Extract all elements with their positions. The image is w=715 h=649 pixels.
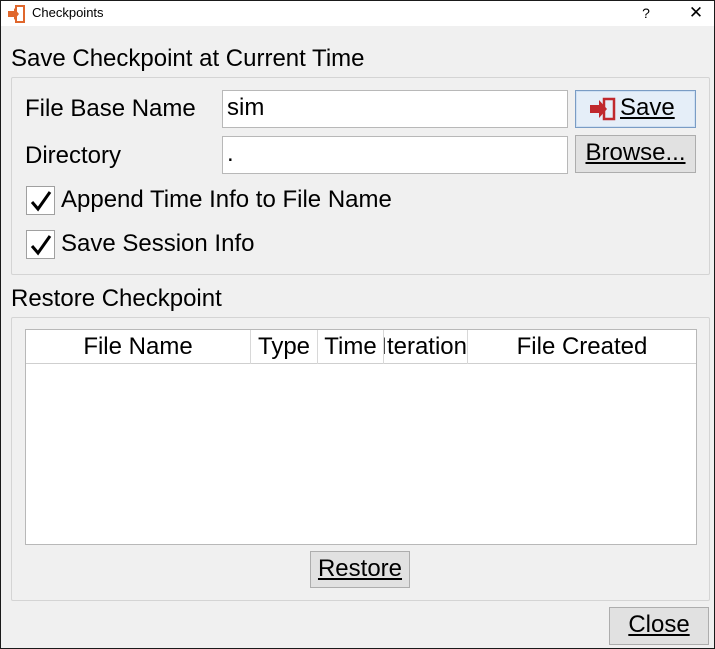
checkmark-icon [30,191,52,212]
save-group: File Base Name sim Save Directory . Brow… [11,77,710,275]
checkmark-icon [30,235,52,256]
column-header-file-name[interactable]: File Name [26,330,251,364]
help-button[interactable]: ? [635,3,657,23]
restore-section-title: Restore Checkpoint [11,285,222,312]
table-header: File Name Type Time Iteration File Creat… [26,330,696,364]
file-base-name-label: File Base Name [25,95,196,122]
column-header-iteration[interactable]: Iteration [384,330,468,364]
column-header-file-created[interactable]: File Created [468,330,696,364]
close-window-icon[interactable]: ✕ [685,3,707,23]
append-time-label: Append Time Info to File Name [61,186,392,213]
save-arrow-icon [590,97,616,121]
checkpoints-dialog: Checkpoints ? ✕ Save Checkpoint at Curre… [0,0,715,649]
app-icon [8,5,25,23]
restore-button[interactable]: Restore [310,551,410,588]
browse-button-label: Browse... [585,139,686,166]
restore-group: File Name Type Time Iteration File Creat… [11,317,710,601]
close-button[interactable]: Close [609,607,709,645]
save-session-checkbox[interactable] [26,230,55,259]
save-section-title: Save Checkpoint at Current Time [11,45,365,72]
close-button-label: Close [628,611,690,638]
column-header-type[interactable]: Type [251,330,318,364]
checkpoint-table[interactable]: File Name Type Time Iteration File Creat… [25,329,697,545]
title-bar: Checkpoints ? ✕ [1,1,714,26]
save-button[interactable]: Save [575,90,696,128]
directory-input[interactable]: . [222,136,568,174]
restore-button-label: Restore [317,555,403,582]
save-button-label: Save [620,94,675,121]
append-time-checkbox[interactable] [26,186,55,215]
column-header-time[interactable]: Time [318,330,384,364]
directory-label: Directory [25,142,122,169]
save-session-label: Save Session Info [61,230,255,257]
window-title: Checkpoints [32,5,104,20]
browse-button[interactable]: Browse... [575,135,696,173]
file-base-name-input[interactable]: sim [222,90,568,128]
